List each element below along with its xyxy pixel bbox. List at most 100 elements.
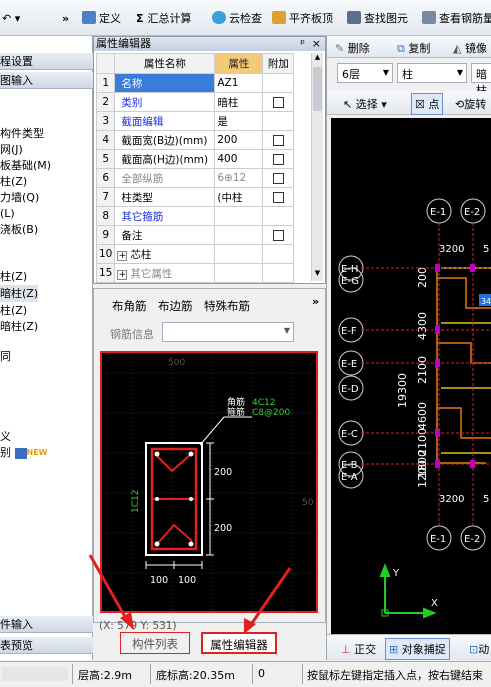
delete-button[interactable]: ✎ 删除 <box>335 40 370 56</box>
nav-item-drawing-input[interactable]: 图输入 <box>0 72 93 89</box>
checkbox[interactable] <box>272 191 284 203</box>
rebar-info-select[interactable]: ▼ <box>162 322 294 342</box>
property-value[interactable] <box>214 206 264 226</box>
tree-item[interactable]: 构件类型 <box>0 125 44 142</box>
svg-text:3200: 3200 <box>439 494 464 505</box>
tab-component-list[interactable]: 构件列表 <box>120 632 190 654</box>
tree-item[interactable]: 板基础(M) <box>0 157 51 174</box>
nav-item-project-settings[interactable]: 程设置 <box>0 53 93 70</box>
property-value[interactable]: (中柱 <box>214 187 264 207</box>
property-name: 全部纵筋 <box>114 168 216 188</box>
property-value[interactable] <box>214 244 264 264</box>
tab-property-editor[interactable]: 属性编辑器 <box>201 632 277 654</box>
cad-canvas[interactable]: E-1 E-2 E-1 E-2 E-H E-G E-F E-E E-D E-C E-B E-A 3… <box>331 118 491 658</box>
tree-item[interactable]: 柱(Z) <box>0 302 27 319</box>
tree-item[interactable]: 柱(Z) <box>0 268 27 285</box>
svg-text:E-C: E-C <box>341 429 358 440</box>
property-row[interactable]: 8 其它箍筋 <box>95 206 295 226</box>
summary-calc-button[interactable]: Σ 汇总计算 <box>136 10 192 28</box>
pin-icon[interactable]: ᵖ <box>300 37 305 51</box>
tab-edge-rebar[interactable]: 布边筋 <box>158 298 193 314</box>
extra-cell <box>262 149 295 169</box>
tree-item[interactable]: 别 NEW <box>0 444 47 461</box>
property-row[interactable]: 7 柱类型 (中柱 <box>95 187 295 207</box>
rotate-button[interactable]: ⟲旋转 <box>455 96 486 112</box>
property-row[interactable]: 9 备注 <box>95 225 295 245</box>
property-value[interactable]: 6⊕12 <box>214 168 264 188</box>
property-row[interactable]: 2 类别 暗柱 <box>95 92 295 112</box>
define-button[interactable]: 定义 <box>82 10 121 28</box>
subtype-select[interactable]: 暗柱 <box>471 63 491 97</box>
rebar-more-icon[interactable]: » <box>312 295 319 308</box>
copy-button[interactable]: ⧉ 复制 <box>397 40 430 56</box>
mirror-button[interactable]: ◭ 镜像 <box>453 40 487 56</box>
tree-item[interactable]: (L) <box>0 205 15 222</box>
tree-item[interactable]: 浇板(B) <box>0 221 38 238</box>
tree-item[interactable]: 柱(Z) <box>0 173 27 190</box>
floor-select[interactable]: 6层 ▼ <box>337 63 393 83</box>
dynamic-input-button[interactable]: ⊡动 <box>469 641 489 657</box>
property-value[interactable]: AZ1 <box>214 73 264 93</box>
property-value[interactable]: 200 <box>214 130 264 150</box>
property-row[interactable]: 6 全部纵筋 6⊕12 <box>95 168 295 188</box>
scroll-thumb[interactable] <box>313 67 322 111</box>
object-snap-button[interactable]: ⊞ 对象捕捉 <box>385 638 450 660</box>
nav-item-report-preview[interactable]: 表预览 <box>0 637 93 654</box>
property-name-text: 备注 <box>121 229 143 242</box>
property-row[interactable]: 1 名称 AZ1 <box>95 73 295 93</box>
view-rebar-button[interactable]: 查看钢筋量 <box>422 10 491 28</box>
type-select[interactable]: 柱 ▼ <box>397 63 467 83</box>
property-value[interactable] <box>214 225 264 245</box>
find-element-button[interactable]: 查找图元 <box>347 10 408 28</box>
tree-item[interactable]: 力墙(Q) <box>0 189 39 206</box>
extra-cell <box>262 92 295 112</box>
property-rows: 1 名称 AZ1 2 类别 暗柱 3 截面编辑 是 4 截面宽(B边)(mm) 200 5 截面高(H边)… <box>95 73 295 283</box>
checkbox[interactable] <box>272 96 284 108</box>
tree-item-selected[interactable]: 暗柱(Z) <box>0 285 38 302</box>
checkbox[interactable] <box>272 172 284 184</box>
select-button[interactable]: ↖ 选择 ▾ <box>343 96 387 112</box>
rebar-section-canvas[interactable]: 500 50 角筋 4C12 箍筋 C8@200 200 200 1C12 10… <box>100 351 318 613</box>
tree-item[interactable]: 同 <box>0 348 11 365</box>
tree-item[interactable]: 暗柱(Z) <box>0 318 38 335</box>
vertical-scrollbar[interactable]: ▲ ▼ <box>311 53 323 281</box>
property-row[interactable]: 5 截面高(H边)(mm) 400 <box>95 149 295 169</box>
expand-icon[interactable]: + <box>117 250 128 261</box>
svg-text:E-G: E-G <box>341 276 359 287</box>
property-row[interactable]: 3 截面编辑 是 <box>95 111 295 131</box>
property-row[interactable]: 10 + 芯柱 <box>95 244 295 264</box>
redo-icon[interactable]: ↶ ▾ <box>2 10 20 28</box>
property-value[interactable]: 400 <box>214 149 264 169</box>
checkbox[interactable] <box>272 229 284 241</box>
property-name: 类别 <box>114 92 216 112</box>
property-name: 截面宽(B边)(mm) <box>114 130 216 150</box>
row-number: 8 <box>95 206 116 226</box>
svg-text:200: 200 <box>416 267 429 288</box>
checkbox[interactable] <box>272 134 284 146</box>
table-icon <box>14 447 27 459</box>
checkbox[interactable] <box>272 153 284 165</box>
toolbar-more-icon[interactable]: » <box>62 10 69 28</box>
property-row[interactable]: 4 截面宽(B边)(mm) 200 <box>95 130 295 150</box>
cloud-check-icon <box>212 11 226 24</box>
close-icon[interactable]: × <box>312 37 321 51</box>
svg-text:E-2: E-2 <box>464 534 480 545</box>
align-top-button[interactable]: 平齐板顶 <box>272 10 333 28</box>
expand-icon[interactable]: + <box>117 269 128 280</box>
property-value[interactable]: 暗柱 <box>214 92 264 112</box>
property-row[interactable]: 15 + 其它属性 <box>95 263 295 283</box>
cloud-check-button[interactable]: 云检查 <box>212 10 262 28</box>
axis-x-label: X <box>431 598 438 609</box>
tree-item[interactable]: 网(J) <box>0 141 23 158</box>
tab-special-rebar[interactable]: 特殊布筋 <box>204 298 250 314</box>
scroll-up-icon[interactable]: ▲ <box>312 53 323 65</box>
ortho-button[interactable]: ⊥ 正交 <box>341 641 376 657</box>
scroll-down-icon[interactable]: ▼ <box>312 269 323 281</box>
point-button[interactable]: ☒ 点 <box>411 93 444 115</box>
floor-plan-drawing: E-1 E-2 E-1 E-2 E-HE-G E-F E-E E-D E-C E-BE-A 3… <box>338 198 491 619</box>
property-value[interactable]: 是 <box>214 111 264 131</box>
property-value[interactable] <box>214 263 264 283</box>
tab-corner-rebar[interactable]: 布角筋 <box>112 298 147 314</box>
nav-item-component-input[interactable]: 件输入 <box>0 616 93 633</box>
tree-item[interactable]: 义 <box>0 428 11 445</box>
